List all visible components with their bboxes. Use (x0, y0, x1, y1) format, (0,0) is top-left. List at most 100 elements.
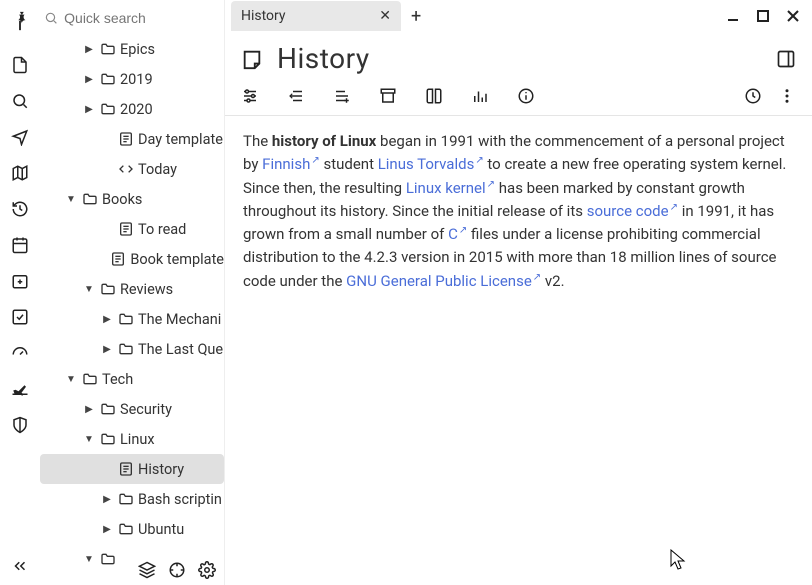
tree-item-label: Linux (120, 431, 155, 448)
link-source[interactable]: source code↗ (587, 202, 678, 220)
info-icon[interactable] (517, 87, 535, 105)
chart-icon[interactable] (471, 87, 489, 105)
paragraph: The history of Linux began in 1991 with … (243, 130, 794, 293)
tree-item[interactable]: ▶The Last Que (40, 334, 224, 364)
tree-item[interactable]: ▶The Mechani (40, 304, 224, 334)
folder-icon (118, 491, 134, 507)
folder-icon (100, 281, 116, 297)
map-icon[interactable] (11, 164, 29, 182)
tree-item[interactable]: Day template (40, 124, 224, 154)
tree-item[interactable]: ▶ 2020 (40, 94, 224, 124)
tree-item[interactable]: Today (40, 154, 224, 184)
sidebar-bottom-icons (138, 561, 216, 579)
chevron-down-icon[interactable]: ▼ (82, 434, 96, 445)
calendar-plus-icon[interactable] (11, 272, 29, 290)
panel-toggle-icon[interactable] (776, 49, 796, 69)
search-input[interactable] (64, 10, 218, 26)
tree-item[interactable]: ▶Ubuntu (40, 514, 224, 544)
tree: ▶Epics▶2019▶2020Day templateToday▼BooksT… (40, 34, 224, 585)
tree-item-label: Bash scriptin (138, 491, 222, 508)
close-window-button[interactable] (786, 9, 802, 23)
tree-item-label: Book template (130, 251, 224, 268)
tree-item[interactable]: ▶Epics (40, 34, 224, 64)
tree-item[interactable]: ▶Security (40, 394, 224, 424)
gear-icon[interactable] (198, 561, 216, 579)
folder-icon (100, 401, 116, 417)
tree-item[interactable]: ▼ Linux (40, 424, 224, 454)
left-icon-rail (0, 0, 40, 585)
gauge-icon[interactable] (11, 344, 29, 362)
tree-item[interactable]: To read (40, 214, 224, 244)
tree-item-label: Today (138, 161, 177, 178)
search-row (40, 0, 224, 34)
link-finnish[interactable]: Finnish↗ (262, 155, 320, 173)
sliders-icon[interactable] (241, 87, 259, 105)
link-gpl[interactable]: GNU General Public License↗ (346, 272, 541, 290)
chevron-right-icon[interactable]: ▶ (82, 44, 96, 55)
chevron-down-icon[interactable]: ▼ (64, 194, 78, 205)
tree-item-label: Books (102, 191, 142, 208)
shield-icon[interactable] (11, 416, 29, 434)
link-c[interactable]: C↗ (448, 225, 467, 243)
link-kernel[interactable]: Linux kernel↗ (406, 179, 495, 197)
chevron-right-icon[interactable]: ▶ (100, 314, 114, 325)
more-icon[interactable] (778, 87, 796, 105)
folder-icon (118, 521, 134, 537)
tree-item-label: History (138, 461, 184, 478)
chevron-right-icon[interactable]: ▶ (82, 104, 96, 115)
tree-item[interactable]: ▶ Bash scriptin (40, 484, 224, 514)
chevron-down-icon[interactable]: ▼ (82, 284, 96, 295)
code-icon (118, 161, 134, 177)
search-small-icon (44, 10, 58, 26)
maximize-button[interactable] (756, 9, 772, 23)
plane-icon[interactable] (11, 380, 29, 398)
tree-item-label: To read (138, 221, 186, 238)
tree-item[interactable]: ▼ Books (40, 184, 224, 214)
tree-item[interactable]: Book template (40, 244, 224, 274)
history-icon[interactable] (11, 200, 29, 218)
chevron-right-icon[interactable]: ▶ (100, 494, 114, 505)
tab-history[interactable]: History ✕ (231, 1, 401, 31)
tree-item-label: Day template (138, 131, 223, 148)
chevron-down-icon[interactable]: ▼ (64, 374, 78, 385)
file-icon[interactable] (11, 56, 29, 74)
page-title: History (277, 42, 370, 75)
note-icon (118, 131, 134, 147)
close-icon[interactable]: ✕ (379, 8, 391, 24)
tree-item[interactable]: ▼Reviews (40, 274, 224, 304)
tree-item[interactable]: History (40, 454, 224, 484)
send-icon[interactable] (11, 128, 29, 146)
tree-item[interactable]: ▶ 2019 (40, 64, 224, 94)
chevron-right-icon[interactable]: ▶ (100, 344, 114, 355)
collapse-icon[interactable] (11, 557, 29, 575)
calendar-icon[interactable] (11, 236, 29, 254)
archive-icon[interactable] (379, 87, 397, 105)
page-content[interactable]: The history of Linux began in 1991 with … (225, 116, 812, 307)
folder-icon (100, 71, 116, 87)
app-logo (9, 10, 31, 32)
target-icon[interactable] (168, 561, 186, 579)
search-icon[interactable] (11, 92, 29, 110)
link-linus[interactable]: Linus Torvalds↗ (378, 155, 484, 173)
clock-icon[interactable] (744, 87, 762, 105)
chevron-down-icon[interactable]: ▼ (82, 554, 96, 565)
chevron-right-icon[interactable]: ▶ (82, 404, 96, 415)
book-icon[interactable] (425, 87, 443, 105)
layers-icon[interactable] (138, 561, 156, 579)
chevron-right-icon[interactable]: ▶ (82, 74, 96, 85)
indent-icon[interactable] (333, 87, 351, 105)
tree-item-label: Tech (102, 371, 133, 388)
main-area: History ✕ + History The history of Linux… (225, 0, 812, 585)
new-tab-button[interactable]: + (411, 6, 421, 27)
folder-icon (100, 431, 116, 447)
folder-icon (82, 191, 98, 207)
folder-icon (118, 341, 134, 357)
tree-item-label: 2020 (120, 101, 153, 118)
chevron-right-icon[interactable]: ▶ (100, 524, 114, 535)
tree-item-label: 2019 (120, 71, 153, 88)
tree-item[interactable]: ▼ Tech (40, 364, 224, 394)
folder-icon (82, 371, 98, 387)
check-box-icon[interactable] (11, 308, 29, 326)
minimize-button[interactable] (726, 9, 742, 23)
outdent-icon[interactable] (287, 87, 305, 105)
